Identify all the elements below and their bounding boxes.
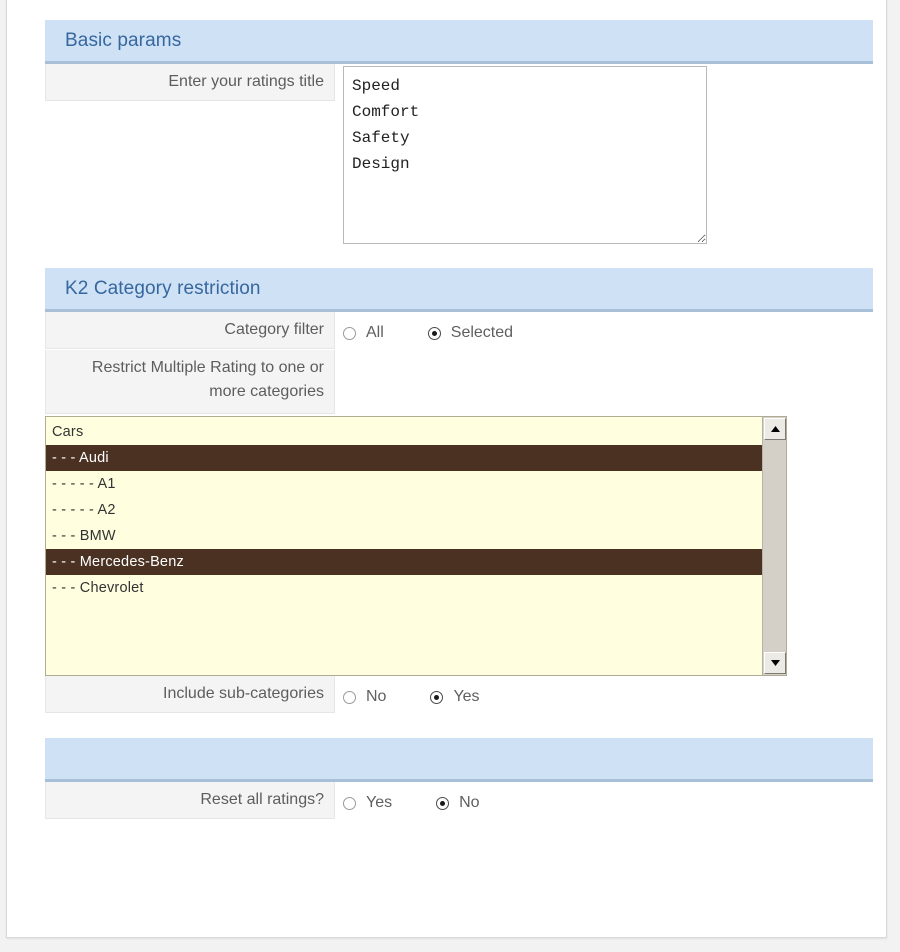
- radio-label-all: All: [366, 324, 384, 341]
- radio-mark-icon: [427, 326, 441, 340]
- field-reset-all-ratings: Yes No: [335, 782, 873, 820]
- row-ratings-title: Enter your ratings title: [45, 64, 873, 244]
- row-include-subcategories: Include sub-categories No Yes: [45, 676, 873, 714]
- radio-category-filter-all[interactable]: All: [343, 324, 384, 342]
- radio-group-reset-all-ratings: Yes No: [343, 784, 873, 820]
- radio-include-subcategories-yes[interactable]: Yes: [430, 688, 480, 706]
- category-listbox[interactable]: Cars - - - Audi - - - - - A1- - - - - A2- …: [45, 416, 787, 676]
- radio-group-category-filter: All Selected: [343, 314, 873, 350]
- spacer-after-basic-params: [45, 244, 873, 254]
- category-list-item[interactable]: - - - BMW: [46, 523, 762, 549]
- category-list-item[interactable]: - - - Chevrolet: [46, 575, 762, 601]
- radio-mark-icon: [343, 796, 356, 810]
- category-list-item[interactable]: - - - Mercedes-Benz: [46, 549, 762, 575]
- radio-mark-icon: [430, 690, 444, 704]
- field-restrict-categories-blank: [335, 350, 873, 352]
- category-list-item[interactable]: - - - Audi: [46, 445, 762, 471]
- radio-label-yes: Yes: [453, 688, 480, 705]
- radio-label-selected: Selected: [450, 324, 514, 341]
- label-category-filter: Category filter: [45, 312, 335, 349]
- section-header-reset: [45, 738, 873, 782]
- radio-include-subcategories-no[interactable]: No: [343, 688, 386, 706]
- ratings-title-textarea[interactable]: [343, 66, 707, 244]
- section-title-basic-params: Basic params: [65, 29, 182, 51]
- radio-label-yes: Yes: [366, 794, 393, 811]
- radio-label-no: No: [366, 688, 387, 705]
- parameters-form: Basic params Enter your ratings title K2…: [45, 20, 873, 820]
- radio-mark-icon: [343, 690, 356, 704]
- section-title-k2-category-restriction: K2 Category restriction: [65, 277, 261, 299]
- page-root: Basic params Enter your ratings title K2…: [0, 0, 900, 952]
- row-restrict-categories-label: Restrict Multiple Rating to one or more …: [45, 350, 873, 414]
- radio-category-filter-selected[interactable]: Selected: [427, 324, 514, 342]
- category-list-item[interactable]: - - - - - A1: [46, 471, 762, 497]
- textarea-holder: [343, 66, 707, 244]
- label-include-subcategories: Include sub-categories: [45, 676, 335, 713]
- label-reset-all-ratings: Reset all ratings?: [45, 782, 335, 819]
- triangle-down-icon: [770, 659, 780, 666]
- scroll-down-button[interactable]: [764, 652, 786, 674]
- section-header-basic-params: Basic params: [45, 20, 873, 64]
- radio-mark-icon: [436, 796, 450, 810]
- radio-mark-icon: [343, 326, 356, 340]
- radio-reset-all-ratings-no[interactable]: No: [436, 794, 480, 812]
- field-category-filter: All Selected: [335, 312, 873, 350]
- category-list-item[interactable]: Cars: [46, 419, 762, 445]
- triangle-up-icon: [770, 425, 780, 432]
- section-header-k2-category-restriction: K2 Category restriction: [45, 268, 873, 312]
- scroll-up-button[interactable]: [764, 418, 786, 440]
- category-list-scrollbar[interactable]: [762, 417, 786, 675]
- field-include-subcategories: No Yes: [335, 676, 873, 714]
- radio-group-include-subcategories: No Yes: [343, 678, 873, 714]
- row-reset-all-ratings: Reset all ratings? Yes No: [45, 782, 873, 820]
- row-category-filter: Category filter All Selected: [45, 312, 873, 350]
- field-ratings-title: [335, 64, 873, 244]
- label-restrict-categories: Restrict Multiple Rating to one or more …: [45, 350, 335, 414]
- category-list-options[interactable]: Cars - - - Audi - - - - - A1- - - - - A2- …: [46, 417, 762, 675]
- radio-reset-all-ratings-yes[interactable]: Yes: [343, 794, 392, 812]
- radio-label-no: No: [459, 794, 480, 811]
- label-ratings-title: Enter your ratings title: [45, 64, 335, 101]
- document-frame: Basic params Enter your ratings title K2…: [6, 0, 887, 938]
- category-list-item[interactable]: - - - - - A2: [46, 497, 762, 523]
